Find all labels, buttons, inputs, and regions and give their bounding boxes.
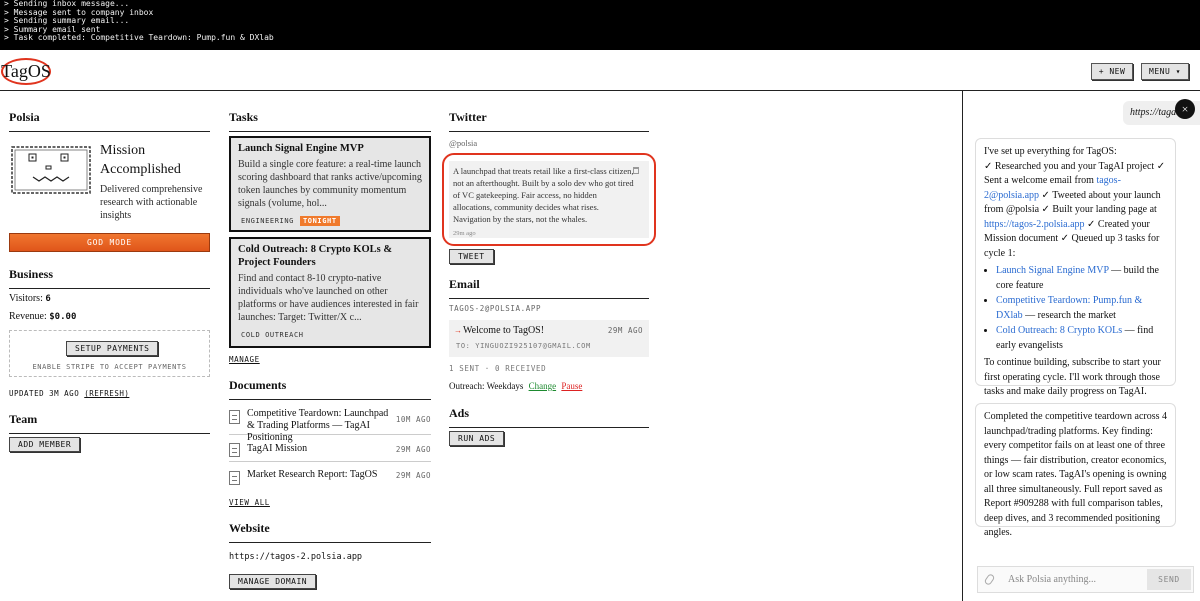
manage-domain-button[interactable]: MANAGE DOMAIN bbox=[229, 574, 317, 589]
task-link-list: Launch Signal Engine MVP — build the cor… bbox=[984, 264, 1167, 353]
email-stats: 1 SENT · 0 RECEIVED bbox=[449, 364, 547, 373]
task-link[interactable]: Cold Outreach: 8 Crypto KOLs bbox=[996, 325, 1122, 336]
tweet-text: A launchpad that treats retail like a fi… bbox=[453, 166, 634, 224]
pause-link[interactable]: Pause bbox=[561, 381, 582, 391]
visitors-value: 6 bbox=[45, 294, 51, 304]
manage-tasks-link[interactable]: MANAGE bbox=[229, 355, 260, 364]
task-title: Launch Signal Engine MVP bbox=[238, 143, 364, 154]
task-tag: ENGINEERING bbox=[241, 217, 294, 225]
document-name: Market Research Report: TagOS bbox=[247, 469, 378, 480]
tweet-card[interactable]: A launchpad that treats retail like a fi… bbox=[449, 161, 649, 238]
revenue-label: Revenue: bbox=[9, 311, 47, 322]
list-item: Competitive Teardown: Pump.fun & DXlab —… bbox=[996, 294, 1167, 323]
tasks-section-title: Tasks bbox=[229, 110, 431, 132]
message-outro: To continue building, subscribe to start… bbox=[984, 357, 1161, 397]
outreach-label: Outreach: Weekdays bbox=[449, 381, 524, 391]
tweet-button[interactable]: TWEET bbox=[449, 249, 494, 264]
stripe-hint: ENABLE STRIPE TO ACCEPT PAYMENTS bbox=[32, 363, 187, 371]
tweet-highlight: A launchpad that treats retail like a fi… bbox=[442, 153, 656, 246]
document-item[interactable]: Competitive Teardown: Launchpad & Tradin… bbox=[229, 405, 431, 443]
document-icon bbox=[229, 410, 240, 424]
terminal-line: > Task completed: Competitive Teardown: … bbox=[4, 33, 274, 43]
list-item: Launch Signal Engine MVP — build the cor… bbox=[996, 264, 1167, 293]
task-description: Build a single core feature: a real-time… bbox=[238, 159, 422, 209]
send-button[interactable]: SEND bbox=[1147, 569, 1191, 590]
message-intro: I've set up everything for TagOS: bbox=[984, 146, 1117, 157]
chat-message: Completed the competitive teardown acros… bbox=[975, 403, 1176, 538]
document-time: 10M AGO bbox=[395, 415, 431, 424]
task-tag-tonight: TONIGHT bbox=[299, 216, 340, 226]
document-item[interactable]: Market Research Report: TagOS 29M AGO bbox=[229, 464, 431, 489]
terminal-line: > Sending summary email... bbox=[4, 16, 130, 26]
email-section-title: Email bbox=[449, 277, 649, 299]
document-icon bbox=[229, 443, 240, 457]
document-time: 29M AGO bbox=[395, 471, 431, 480]
website-section-title: Website bbox=[229, 521, 431, 543]
menu-button[interactable]: MENU ▾ bbox=[1141, 63, 1189, 80]
twitter-handle: @polsia bbox=[449, 138, 478, 148]
updated-text: UPDATED 3M AGO bbox=[9, 389, 80, 398]
new-button[interactable]: + NEW bbox=[1091, 63, 1133, 80]
app-logo[interactable]: TagOS bbox=[1, 61, 51, 82]
view-all-documents-link[interactable]: VIEW ALL bbox=[229, 498, 270, 507]
task-tag: COLD OUTREACH bbox=[241, 331, 304, 339]
email-recipient: TO: YINGUOZI925107@GMAIL.COM bbox=[456, 342, 591, 350]
visitors-label: Visitors: bbox=[9, 293, 43, 304]
updated-status: UPDATED 3M AGO (REFRESH) bbox=[9, 389, 129, 398]
app-header: TagOS + NEW MENU ▾ bbox=[0, 50, 1200, 91]
message-text: ✓ Researched you and your TagAI project … bbox=[984, 160, 1166, 187]
logo-highlight[interactable]: TagOS bbox=[1, 58, 51, 85]
task-description: Find and contact 8-10 crypto-native indi… bbox=[238, 273, 419, 323]
god-mode-button[interactable]: GOD MODE bbox=[9, 233, 210, 252]
terminal-line: > Message sent to company inbox bbox=[4, 7, 154, 17]
polsia-section-title: Polsia bbox=[9, 110, 210, 132]
list-item-text: — research the market bbox=[1022, 309, 1116, 321]
trash-icon[interactable] bbox=[633, 167, 639, 174]
website-url: https://tagos-2.polsia.app bbox=[229, 552, 363, 562]
close-icon[interactable]: × bbox=[1175, 99, 1195, 119]
task-title: Cold Outreach: 8 Crypto KOLs & Project F… bbox=[238, 244, 393, 268]
tweet-time: 29m ago bbox=[453, 230, 476, 237]
mission-description: Delivered comprehensive research with ac… bbox=[100, 184, 203, 221]
document-time: 29M AGO bbox=[395, 445, 431, 454]
team-section-title: Team bbox=[9, 412, 210, 434]
chat-panel: https://tagai × I've set up everything f… bbox=[962, 91, 1200, 601]
email-subject: Welcome to TagOS! bbox=[463, 325, 545, 336]
visitors-stat: Visitors: 6 bbox=[9, 293, 51, 304]
revenue-value: $0.00 bbox=[49, 312, 77, 322]
documents-section-title: Documents bbox=[229, 378, 431, 400]
message-body: ✓ Researched you and your TagAI project … bbox=[984, 160, 1167, 262]
business-section-title: Business bbox=[9, 267, 210, 289]
add-member-button[interactable]: ADD MEMBER bbox=[9, 437, 81, 452]
mission-status-title: Mission Accomplished bbox=[100, 143, 181, 177]
chat-input-bar: SEND bbox=[977, 566, 1194, 593]
task-link[interactable]: Launch Signal Engine MVP bbox=[996, 265, 1109, 276]
email-time: 29M AGO bbox=[607, 326, 643, 335]
task-card[interactable]: Launch Signal Engine MVP Build a single … bbox=[229, 136, 431, 232]
document-name: TagAI Mission bbox=[247, 443, 308, 454]
list-item: Cold Outreach: 8 Crypto KOLs — find earl… bbox=[996, 324, 1167, 353]
email-item[interactable]: → Welcome to TagOS! 29M AGO TO: YINGUOZI… bbox=[449, 320, 649, 357]
sent-arrow-icon: → bbox=[454, 326, 462, 335]
terminal-line: > Sending inbox message... bbox=[4, 0, 130, 8]
terminal-log: > Sending inbox message... > Message sen… bbox=[0, 0, 1200, 50]
chat-input[interactable] bbox=[1008, 568, 1148, 591]
refresh-link[interactable]: (REFRESH) bbox=[84, 389, 129, 398]
robot-avatar-icon bbox=[11, 146, 91, 194]
paperclip-icon[interactable] bbox=[983, 572, 996, 587]
website-link[interactable]: https://tagos-2.polsia.app bbox=[984, 219, 1085, 230]
outreach-schedule: Outreach: Weekdays Change Pause bbox=[449, 381, 582, 391]
ads-section-title: Ads bbox=[449, 406, 649, 428]
email-address: TAGOS-2@POLSIA.APP bbox=[449, 304, 542, 313]
setup-payments-button[interactable]: SETUP PAYMENTS bbox=[66, 341, 159, 356]
document-icon bbox=[229, 471, 240, 485]
chat-message: I've set up everything for TagOS: ✓ Rese… bbox=[975, 138, 1176, 397]
revenue-stat: Revenue: $0.00 bbox=[9, 311, 76, 322]
task-card[interactable]: Cold Outreach: 8 Crypto KOLs & Project F… bbox=[229, 237, 431, 348]
document-item[interactable]: TagAI Mission 29M AGO bbox=[229, 437, 431, 462]
run-ads-button[interactable]: RUN ADS bbox=[449, 431, 505, 446]
change-link[interactable]: Change bbox=[529, 381, 557, 391]
twitter-section-title: Twitter bbox=[449, 110, 649, 132]
